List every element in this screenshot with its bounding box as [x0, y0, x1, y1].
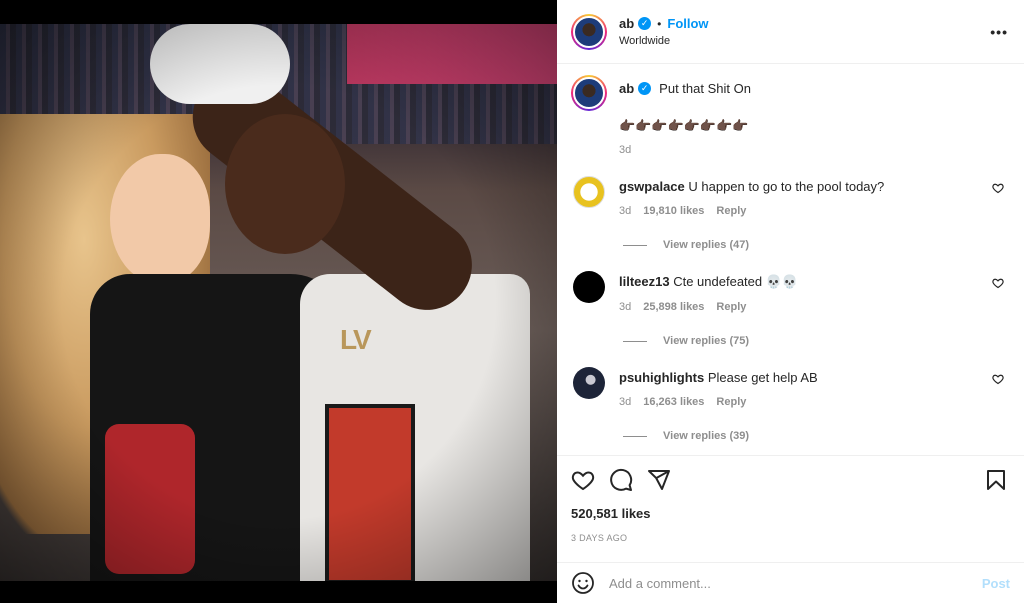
avatar[interactable]	[571, 13, 607, 50]
view-replies-button[interactable]: View replies (75)	[623, 335, 979, 347]
post-date[interactable]: 3 DAYS AGO	[571, 533, 1010, 543]
replies-divider	[623, 244, 647, 246]
comment-item: gswpalace U happen to go to the pool tod…	[571, 176, 1010, 251]
comment-body: gswpalace U happen to go to the pool tod…	[619, 176, 979, 251]
comment-item: psuhighlights Please get help AB 3d 16,2…	[571, 367, 1010, 442]
comment-text: Please get help AB	[707, 370, 818, 385]
like-comment-heart-icon[interactable]	[992, 277, 1004, 289]
header-username[interactable]: ab	[619, 16, 634, 31]
comment-body: psuhighlights Please get help AB 3d 16,2…	[619, 367, 979, 442]
header-row: ab ✓ • Follow	[619, 16, 709, 31]
caption-body: ab ✓ Put that Shit On 👉🏿👉🏿👉🏿👉🏿👉🏿👉🏿👉🏿👉🏿 3…	[619, 75, 751, 156]
emoji-smile-icon[interactable]	[571, 571, 595, 595]
view-replies-label: View replies (75)	[663, 335, 750, 347]
comment-text: Cte undefeated 💀💀	[673, 274, 799, 289]
comment-username[interactable]: lilteez13	[619, 274, 670, 289]
view-replies-label: View replies (47)	[663, 239, 750, 251]
photo-vignette	[0, 24, 557, 581]
comment-line: psuhighlights Please get help AB	[619, 370, 979, 385]
like-comment-heart-icon[interactable]	[992, 373, 1004, 385]
comment-likes[interactable]: 16,263 likes	[643, 396, 704, 408]
comments-list: ab ✓ Put that Shit On 👉🏿👉🏿👉🏿👉🏿👉🏿👉🏿👉🏿👉🏿 3…	[557, 65, 1024, 455]
reply-button[interactable]: Reply	[716, 205, 746, 217]
comment-likes[interactable]: 19,810 likes	[643, 205, 704, 217]
likes-count[interactable]: 520,581 likes	[571, 506, 1010, 521]
caption-username[interactable]: ab	[619, 81, 634, 96]
location-link[interactable]: Worldwide	[619, 35, 709, 47]
add-comment-bar: Post	[557, 562, 1024, 603]
caption-time[interactable]: 3d	[619, 144, 751, 156]
action-icons	[571, 466, 1010, 494]
comment-likes[interactable]: 25,898 likes	[643, 301, 704, 313]
comment-avatar[interactable]	[573, 176, 605, 208]
replies-divider	[623, 435, 647, 437]
comment-line: gswpalace U happen to go to the pool tod…	[619, 179, 979, 194]
caption-row: ab ✓ Put that Shit On	[619, 81, 751, 96]
post-media[interactable]: LV	[0, 0, 557, 603]
post-caption: ab ✓ Put that Shit On 👉🏿👉🏿👉🏿👉🏿👉🏿👉🏿👉🏿👉🏿 3…	[571, 75, 1010, 156]
post-header: ab ✓ • Follow Worldwide •••	[557, 0, 1024, 64]
avatar-image	[573, 77, 605, 109]
comment-time[interactable]: 3d	[619, 301, 631, 313]
post-sidebar: ab ✓ • Follow Worldwide ••• ab ✓ Put tha…	[557, 0, 1024, 603]
comment-time[interactable]: 3d	[619, 205, 631, 217]
replies-divider	[623, 340, 647, 342]
reply-button[interactable]: Reply	[716, 301, 746, 313]
verified-badge-icon: ✓	[638, 17, 652, 30]
comment-meta: 3d 16,263 likes Reply	[619, 396, 979, 408]
comment-body: lilteez13 Cte undefeated 💀💀 3d 25,898 li…	[619, 271, 979, 347]
verified-badge-icon: ✓	[638, 82, 652, 95]
post-actions: 520,581 likes 3 DAYS AGO	[557, 455, 1024, 543]
comment-time[interactable]: 3d	[619, 396, 631, 408]
header-text: ab ✓ • Follow Worldwide	[619, 16, 709, 47]
caption-text: Put that Shit On	[659, 81, 751, 96]
follow-button[interactable]: Follow	[667, 16, 708, 31]
caption-emojis: 👉🏿👉🏿👉🏿👉🏿👉🏿👉🏿👉🏿👉🏿	[619, 118, 749, 133]
comment-avatar[interactable]	[573, 367, 605, 399]
comment-username[interactable]: gswpalace	[619, 179, 685, 194]
comment-username[interactable]: psuhighlights	[619, 370, 704, 385]
view-replies-button[interactable]: View replies (39)	[623, 430, 979, 442]
comment-input[interactable]	[609, 575, 982, 591]
comment-line: lilteez13 Cte undefeated 💀💀	[619, 274, 979, 290]
comment-item: lilteez13 Cte undefeated 💀💀 3d 25,898 li…	[571, 271, 1010, 347]
save-bookmark-icon[interactable]	[984, 468, 1008, 492]
like-heart-icon[interactable]	[571, 468, 595, 492]
comment-bubble-icon[interactable]	[609, 468, 633, 492]
view-replies-button[interactable]: View replies (47)	[623, 239, 979, 251]
view-replies-label: View replies (39)	[663, 430, 750, 442]
instagram-post: LV ab ✓ • Follow Worldwide •••	[0, 0, 1024, 603]
reply-button[interactable]: Reply	[716, 396, 746, 408]
comment-avatar[interactable]	[573, 271, 605, 303]
avatar-image	[573, 15, 605, 48]
comment-text: U happen to go to the pool today?	[688, 179, 885, 194]
like-comment-heart-icon[interactable]	[992, 182, 1004, 194]
more-options-icon[interactable]: •••	[990, 24, 1008, 40]
comment-meta: 3d 19,810 likes Reply	[619, 205, 979, 217]
share-send-icon[interactable]	[647, 468, 671, 492]
caption-avatar[interactable]	[571, 75, 607, 111]
post-comment-button[interactable]: Post	[982, 576, 1010, 591]
comment-meta: 3d 25,898 likes Reply	[619, 301, 979, 313]
post-photo[interactable]: LV	[0, 24, 557, 581]
separator-dot: •	[657, 16, 662, 31]
